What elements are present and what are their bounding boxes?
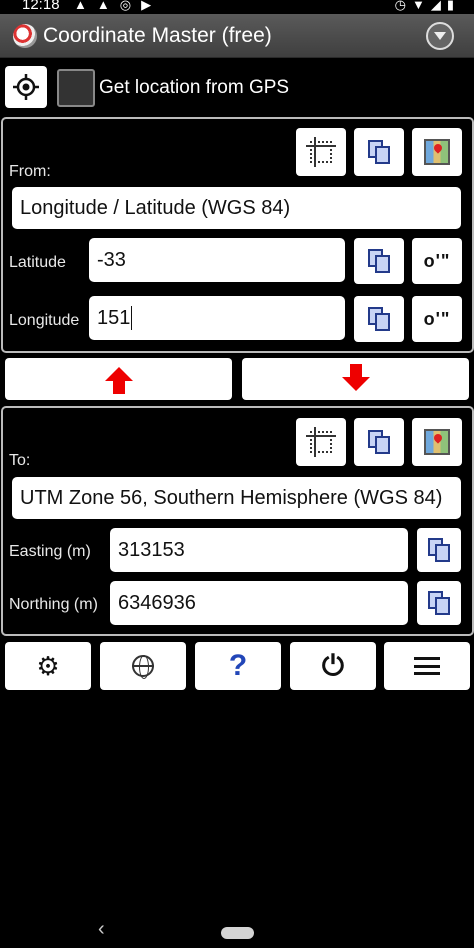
power-icon: ⏻	[321, 649, 345, 681]
copy-icon	[368, 430, 390, 454]
crosshair-icon	[13, 74, 39, 100]
globe-icon	[132, 655, 154, 679]
from-crop-button[interactable]	[296, 128, 346, 176]
to-label: To:	[9, 452, 31, 469]
exit-button[interactable]: ⏻	[290, 642, 376, 690]
main-menu-button[interactable]	[384, 642, 470, 690]
help-icon: ?	[228, 649, 248, 682]
copy-icon	[368, 140, 390, 164]
longitude-input[interactable]: 151	[89, 296, 345, 340]
copy-icon	[368, 307, 390, 331]
status-time: 12:18	[22, 0, 60, 13]
map-icon	[424, 139, 450, 165]
crop-icon	[306, 137, 336, 167]
text-cursor	[131, 306, 133, 330]
down-arrow-icon	[341, 364, 370, 391]
app-title: Coordinate Master (free)	[43, 24, 272, 47]
gears-icon: ⚙	[36, 651, 60, 681]
map-icon	[424, 429, 450, 455]
copy-icon	[428, 591, 450, 615]
convert-up-button[interactable]	[5, 358, 232, 400]
latitude-label: Latitude	[9, 254, 66, 271]
longitude-copy-button[interactable]	[354, 296, 404, 342]
degrees-minutes-seconds-icon: o'"	[423, 308, 451, 329]
easting-copy-button[interactable]	[417, 528, 461, 572]
to-crop-button[interactable]	[296, 418, 346, 466]
system-navigation-bar: ‹	[0, 908, 474, 948]
app-logo-icon	[13, 24, 37, 48]
to-map-button[interactable]	[412, 418, 462, 466]
home-pill-handle[interactable]	[221, 927, 254, 939]
status-bar: 12:18 ▲▲◎▶ ◷▼◢▮	[0, 0, 474, 14]
copy-icon	[368, 249, 390, 273]
crop-icon	[306, 427, 336, 457]
system-status-icons: ◷▼◢▮	[394, 0, 460, 12]
convert-down-button[interactable]	[242, 358, 469, 400]
longitude-format-button[interactable]: o'"	[412, 296, 462, 342]
language-button[interactable]	[100, 642, 186, 690]
northing-label: Northing (m)	[9, 596, 98, 613]
gps-locate-button[interactable]	[5, 66, 47, 108]
to-copy-button[interactable]	[354, 418, 404, 466]
latitude-input[interactable]: -33	[89, 238, 345, 282]
longitude-value: 151	[97, 306, 131, 329]
latitude-format-button[interactable]: o'"	[412, 238, 462, 284]
from-system-select[interactable]: Longitude / Latitude (WGS 84)	[12, 187, 461, 229]
settings-button[interactable]: ⚙	[5, 642, 91, 690]
to-system-select[interactable]: UTM Zone 56, Southern Hemisphere (WGS 84…	[12, 477, 461, 519]
degrees-minutes-seconds-icon: o'"	[423, 250, 451, 271]
latitude-copy-button[interactable]	[354, 238, 404, 284]
overflow-menu-button[interactable]	[426, 22, 454, 50]
from-label: From:	[9, 163, 51, 180]
gps-checkbox[interactable]	[57, 69, 95, 107]
hamburger-menu-icon	[414, 657, 440, 675]
up-arrow-icon	[104, 367, 133, 394]
easting-label: Easting (m)	[9, 543, 91, 560]
easting-input[interactable]: 313153	[110, 528, 408, 572]
northing-input[interactable]: 6346936	[110, 581, 408, 625]
from-map-button[interactable]	[412, 128, 462, 176]
title-bar: Coordinate Master (free)	[0, 14, 474, 58]
notification-icons: ▲▲◎▶	[74, 0, 162, 12]
longitude-label: Longitude	[9, 312, 80, 329]
gps-checkbox-label: Get location from GPS	[99, 77, 290, 98]
help-button[interactable]: ?	[195, 642, 281, 690]
copy-icon	[428, 538, 450, 562]
northing-copy-button[interactable]	[417, 581, 461, 625]
back-chevron-icon[interactable]: ‹	[98, 918, 105, 941]
from-copy-button[interactable]	[354, 128, 404, 176]
